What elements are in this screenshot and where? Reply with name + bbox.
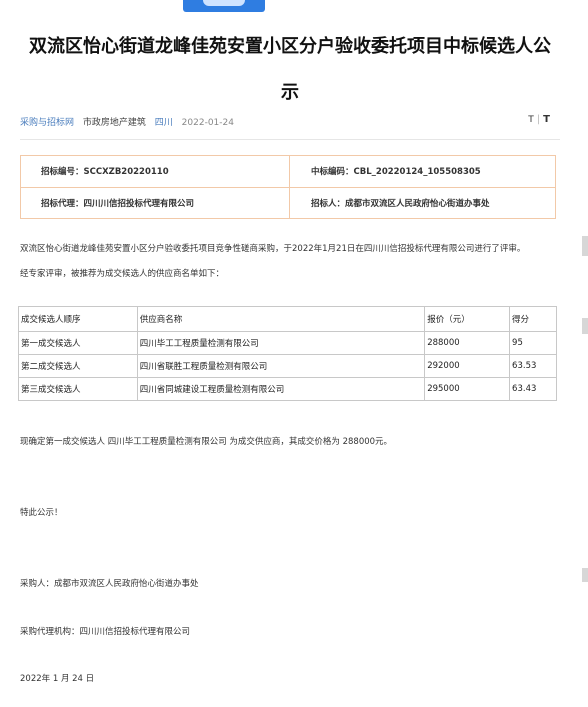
candidates-table: 成交候选人顺序 供应商名称 报价（元） 得分 第一成交候选人 四川毕工工程质量检… [18, 306, 557, 401]
bid-number: 招标编号：SCCXZB20220110 [41, 167, 169, 177]
table-row: 第一成交候选人 四川毕工工程质量检测有限公司 288000 95 [18, 331, 557, 355]
table-cell: 63.43 [509, 377, 557, 401]
signature-date: 2022年 1 月 24 日 [20, 674, 95, 684]
intro-paragraph-2: 经专家评审，被推荐为成交候选人的供应商名单如下： [20, 269, 225, 279]
table-header-row: 成交候选人顺序 供应商名称 报价（元） 得分 [18, 306, 557, 332]
font-size-toggle: T | T [528, 114, 550, 125]
table-header-cell: 成交候选人顺序 [18, 306, 138, 332]
title-line-2: 示 [281, 82, 299, 103]
category-tag[interactable]: 市政房地产建筑 [83, 118, 146, 128]
table-cell: 第三成交候选人 [18, 377, 138, 401]
tenderer: 招标人：成都市双流区人民政府怡心街道办事处 [311, 199, 490, 209]
font-large-button[interactable]: T [543, 114, 550, 125]
notice-text: 特此公示！ [20, 508, 63, 518]
scroll-marker [582, 318, 588, 334]
table-header-cell: 得分 [509, 306, 557, 332]
table-cell: 95 [509, 331, 557, 355]
conclusion-paragraph: 现确定第一成交候选人 四川毕工工程质量检测有限公司 为成交供应商，其成交价格为 … [20, 437, 393, 447]
table-row: 第三成交候选人 四川省同城建设工程质量检测有限公司 295000 63.43 [18, 377, 557, 401]
tender-agent: 招标代理：四川川信招投标代理有限公司 [41, 199, 195, 209]
winning-code: 中标编码：CBL_20220124_105508305 [311, 167, 481, 177]
table-cell: 四川省同城建设工程质量检测有限公司 [136, 377, 426, 401]
table-cell: 288000 [424, 331, 511, 355]
region-tag[interactable]: 四川 [155, 118, 173, 128]
site-logo[interactable] [183, 0, 265, 12]
table-cell: 四川毕工工程质量检测有限公司 [136, 331, 426, 355]
font-small-button[interactable]: T [528, 115, 534, 125]
table-header-cell: 供应商名称 [136, 306, 426, 332]
table-cell: 63.53 [509, 354, 557, 378]
table-row: 第二成交候选人 四川省联胜工程质量检测有限公司 292000 63.53 [18, 354, 557, 378]
table-cell: 第一成交候选人 [18, 331, 138, 355]
scroll-marker [582, 568, 588, 582]
table-cell: 第二成交候选人 [18, 354, 138, 378]
publish-date: 2022-01-24 [181, 118, 234, 128]
bid-info-box: 招标编号：SCCXZB20220110 中标编码：CBL_20220124_10… [20, 155, 556, 219]
title-line-1: 双流区怡心街道龙峰佳苑安置小区分户验收委托项目中标候选人公 [29, 36, 551, 57]
table-cell: 292000 [424, 354, 511, 378]
page-title: 双流区怡心街道龙峰佳苑安置小区分户验收委托项目中标候选人公 示 [20, 28, 560, 112]
scroll-marker [582, 236, 588, 256]
article-meta: 采购与招标网 市政房地产建筑 四川 2022-01-24 T | T [20, 114, 560, 129]
agency-line: 采购代理机构：四川川信招投标代理有限公司 [20, 627, 191, 637]
intro-paragraph: 双流区怡心街道龙峰佳苑安置小区分户验收委托项目竞争性磋商采购，于2022年1月2… [20, 244, 526, 254]
divider [20, 139, 560, 140]
purchaser-line: 采购人：成都市双流区人民政府怡心街道办事处 [20, 579, 199, 589]
table-cell: 四川省联胜工程质量检测有限公司 [136, 354, 426, 378]
page: 双流区怡心街道龙峰佳苑安置小区分户验收委托项目中标候选人公 示 采购与招标网 市… [0, 0, 588, 707]
source-link[interactable]: 采购与招标网 [20, 118, 74, 128]
table-cell: 295000 [424, 377, 511, 401]
table-header-cell: 报价（元） [424, 306, 511, 332]
